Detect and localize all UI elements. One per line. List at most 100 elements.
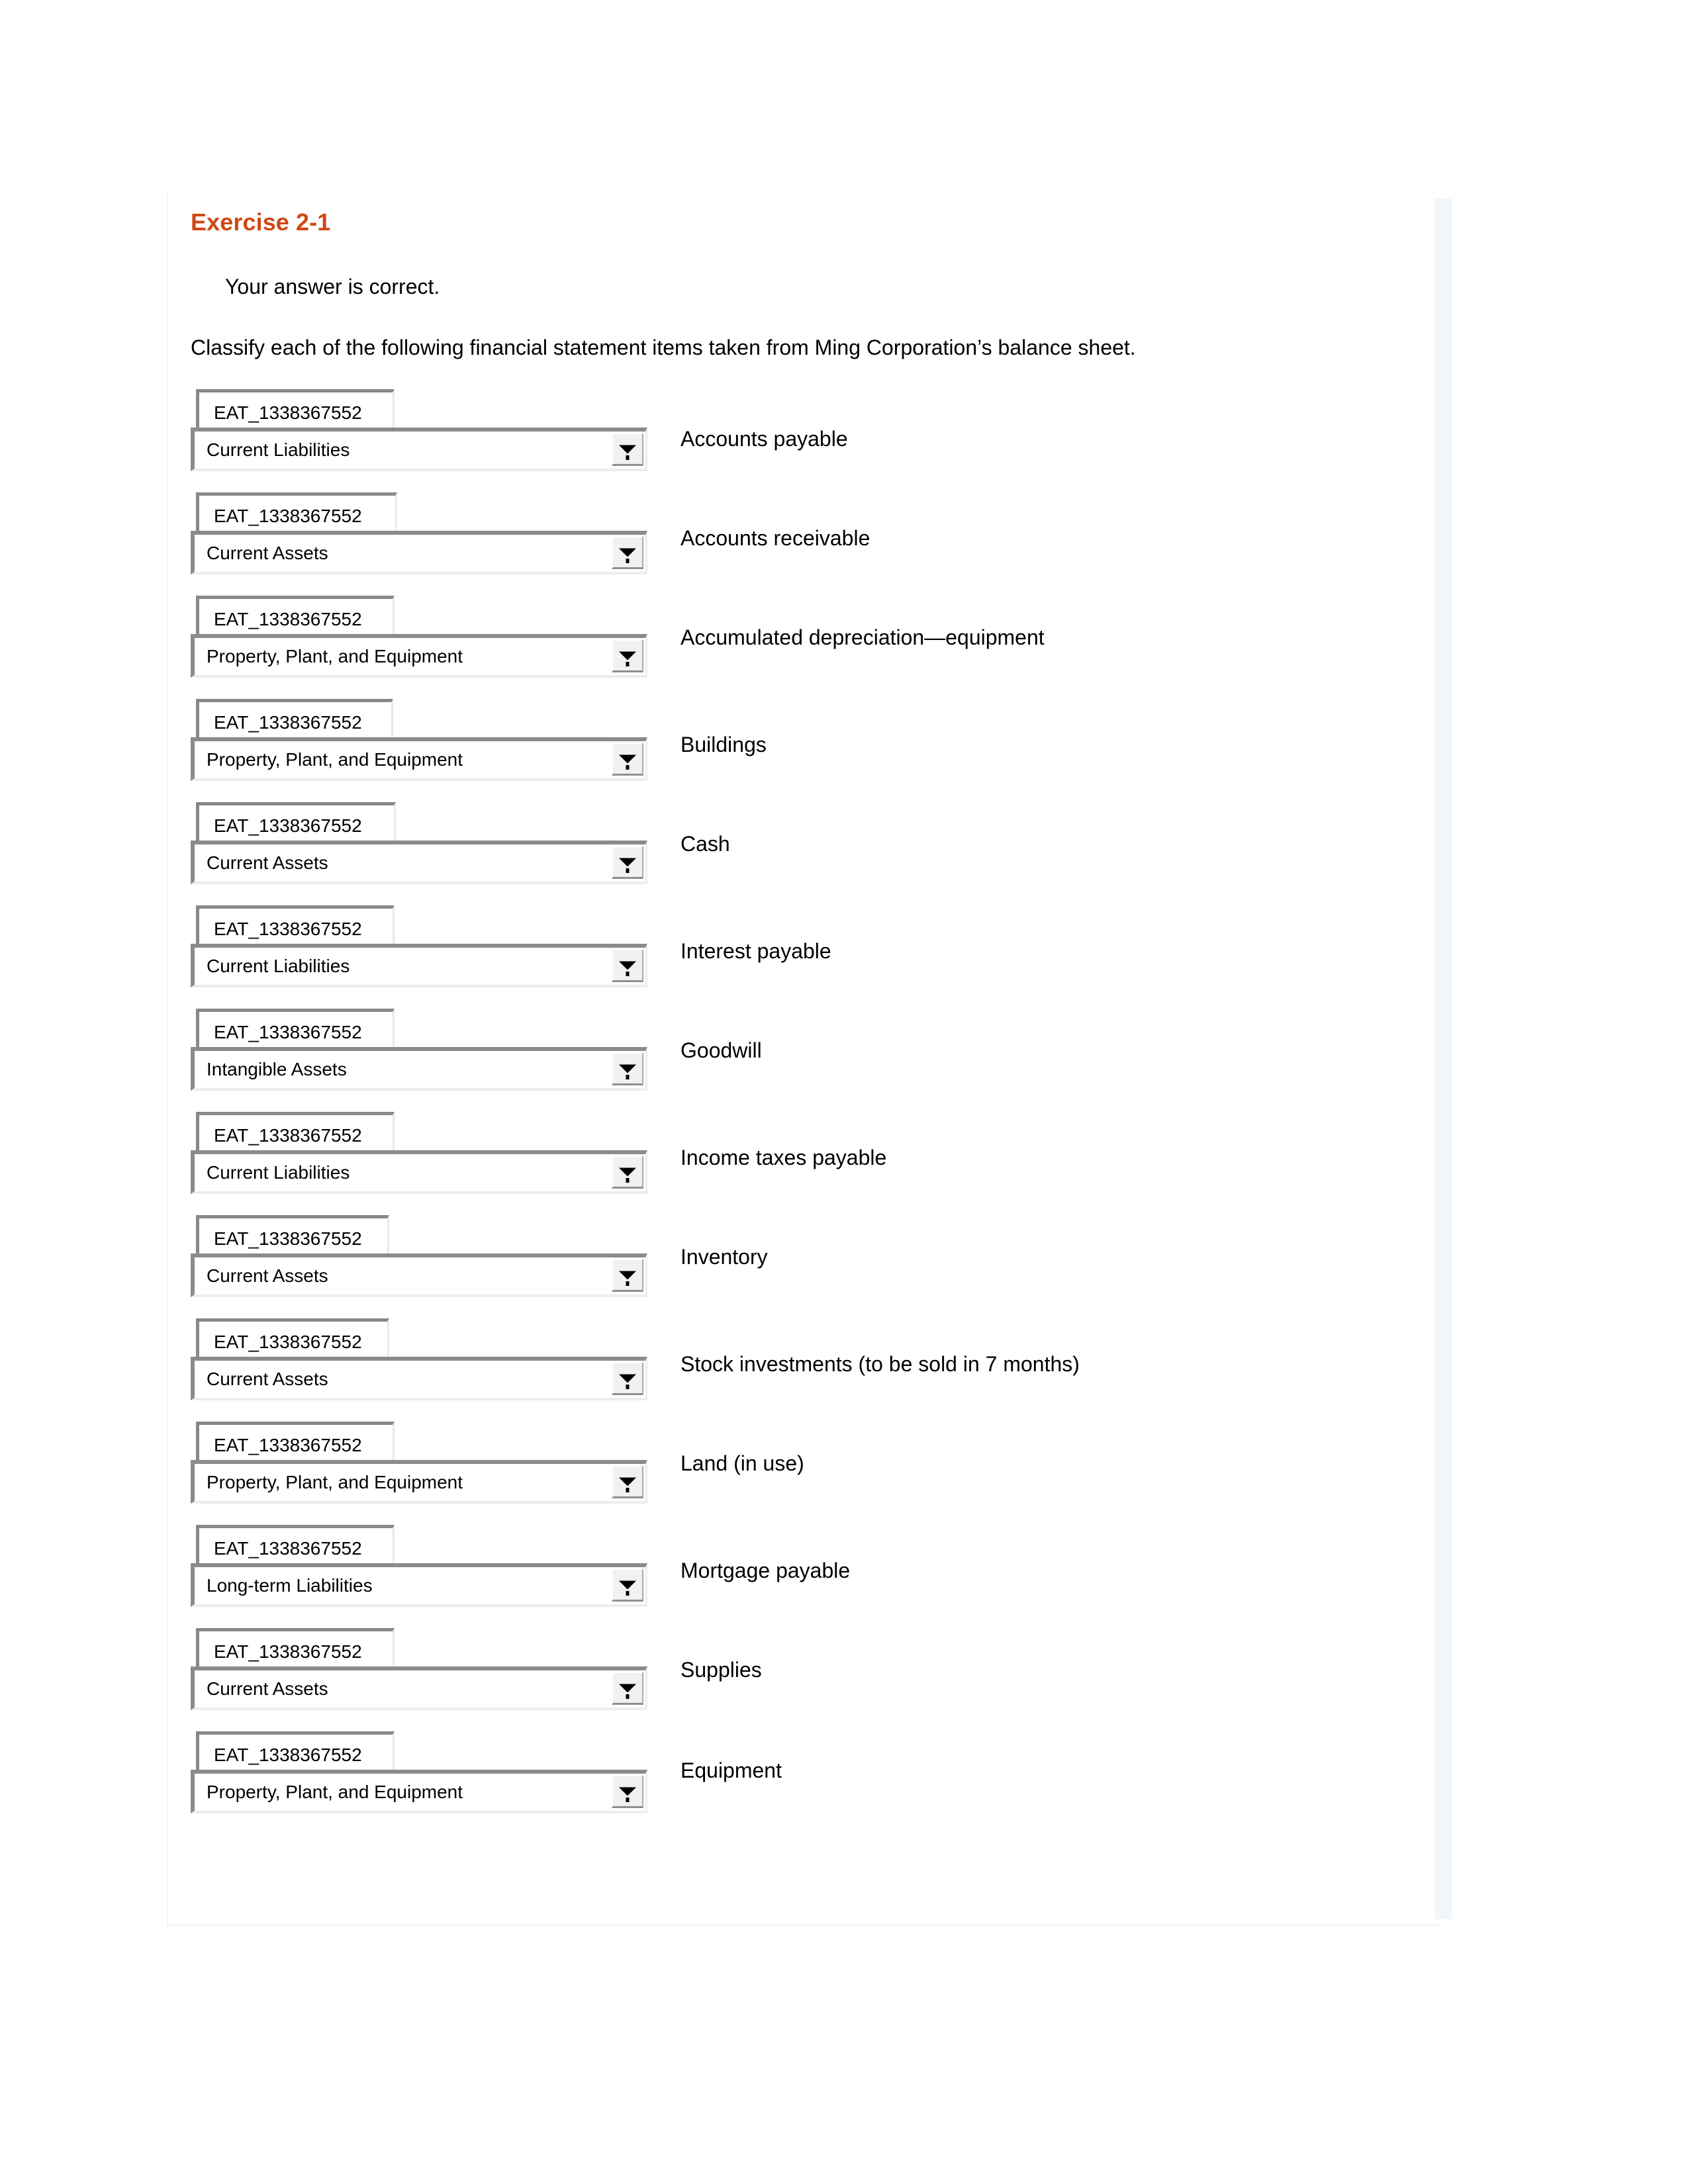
classification-row: EAT_1338367552 Intangible Assets Goodwill <box>191 1009 1435 1112</box>
chevron-down-stem <box>626 1590 630 1596</box>
item-code-input[interactable]: EAT_1338367552 <box>196 699 393 741</box>
chevron-down-stem <box>626 1074 630 1079</box>
item-code-value: EAT_1338367552 <box>214 609 362 630</box>
classification-select[interactable]: Current Liabilities <box>191 1150 647 1195</box>
item-code-input[interactable]: EAT_1338367552 <box>196 1628 395 1670</box>
chevron-down-stem <box>626 1797 630 1802</box>
chevron-down-icon[interactable] <box>612 433 643 467</box>
chevron-down-icon[interactable] <box>612 1259 643 1293</box>
classification-select[interactable]: Intangible Assets <box>191 1047 647 1091</box>
balance-sheet-item-label: Equipment <box>680 1758 782 1783</box>
item-code-input[interactable]: EAT_1338367552 <box>196 492 397 534</box>
page: Exercise 2-1 Your answer is correct. Cla… <box>0 0 1688 2184</box>
item-code-input[interactable]: EAT_1338367552 <box>196 1422 395 1463</box>
item-code-input[interactable]: EAT_1338367552 <box>196 389 395 431</box>
classification-select-value: Current Liabilities <box>207 1162 350 1183</box>
classification-row: EAT_1338367552 Current Liabilities Interes… <box>191 905 1435 1009</box>
chevron-down-glyph <box>619 858 636 867</box>
chevron-down-icon[interactable] <box>612 1465 643 1499</box>
chevron-down-stem <box>626 1487 630 1492</box>
classification-select[interactable]: Property, Plant, and Equipment <box>191 634 647 678</box>
balance-sheet-item-label: Inventory <box>680 1245 768 1269</box>
classification-select-value: Property, Plant, and Equipment <box>207 1472 463 1493</box>
balance-sheet-item-label: Income taxes payable <box>680 1146 887 1170</box>
item-code-input[interactable]: EAT_1338367552 <box>196 802 396 844</box>
classification-select[interactable]: Current Assets <box>191 841 647 885</box>
chevron-down-icon[interactable] <box>612 1052 643 1086</box>
chevron-down-icon[interactable] <box>612 846 643 880</box>
item-code-input[interactable]: EAT_1338367552 <box>196 1525 395 1567</box>
item-code-input[interactable]: EAT_1338367552 <box>196 1318 389 1360</box>
chevron-down-icon[interactable] <box>612 743 643 776</box>
chevron-down-stem <box>626 558 630 563</box>
chevron-down-stem <box>626 1384 630 1389</box>
chevron-down-icon[interactable] <box>612 1569 643 1602</box>
classification-select[interactable]: Property, Plant, and Equipment <box>191 737 647 782</box>
classification-select[interactable]: Current Liabilities <box>191 944 647 988</box>
chevron-down-glyph <box>619 651 636 660</box>
classification-select[interactable]: Long-term Liabilities <box>191 1563 647 1608</box>
classification-row: EAT_1338367552 Current Liabilities Account… <box>191 389 1435 492</box>
classification-row: EAT_1338367552 Long-term Liabilities Mortg… <box>191 1525 1435 1628</box>
chevron-down-glyph <box>619 1684 636 1693</box>
chevron-down-icon[interactable] <box>612 1775 643 1809</box>
answer-status: Your answer is correct. <box>225 274 440 298</box>
balance-sheet-item-label: Accumulated depreciation—equipment <box>680 625 1045 650</box>
classification-select[interactable]: Property, Plant, and Equipment <box>191 1770 647 1814</box>
classification-select-value: Intangible Assets <box>207 1059 347 1080</box>
chevron-down-glyph <box>619 1064 636 1073</box>
item-code-input[interactable]: EAT_1338367552 <box>196 1009 395 1050</box>
chevron-down-glyph <box>619 1477 636 1486</box>
chevron-down-stem <box>626 1281 630 1286</box>
classification-select[interactable]: Current Assets <box>191 1253 647 1298</box>
classification-select-value: Property, Plant, and Equipment <box>207 749 463 770</box>
classification-select[interactable]: Current Assets <box>191 1666 647 1711</box>
item-code-input[interactable]: EAT_1338367552 <box>196 1112 395 1154</box>
classification-select[interactable]: Current Assets <box>191 531 647 575</box>
classification-select-value: Current Liabilities <box>207 439 350 461</box>
chevron-down-icon[interactable] <box>612 1156 643 1189</box>
chevron-down-glyph <box>619 754 636 764</box>
classification-row: EAT_1338367552 Current Assets Inventory <box>191 1215 1435 1318</box>
chevron-down-stem <box>626 764 630 770</box>
classification-select[interactable]: Property, Plant, and Equipment <box>191 1460 647 1504</box>
chevron-down-glyph <box>619 961 636 970</box>
item-code-input[interactable]: EAT_1338367552 <box>196 596 395 637</box>
chevron-down-glyph <box>619 445 636 454</box>
chevron-down-stem <box>626 868 630 873</box>
chevron-down-icon[interactable] <box>612 1362 643 1396</box>
chevron-down-icon[interactable] <box>612 639 643 673</box>
classification-row: EAT_1338367552 Property, Plant, and Equip… <box>191 699 1435 802</box>
classification-select-value: Current Assets <box>207 852 328 874</box>
chevron-down-stem <box>626 1177 630 1183</box>
classification-select-value: Current Assets <box>207 1265 328 1287</box>
item-code-value: EAT_1338367552 <box>214 712 362 733</box>
classification-row: EAT_1338367552 Current Assets Accounts rec… <box>191 492 1435 596</box>
item-code-input[interactable]: EAT_1338367552 <box>196 905 395 947</box>
balance-sheet-item-label: Buildings <box>680 733 767 757</box>
item-code-value: EAT_1338367552 <box>214 1435 362 1456</box>
chevron-down-icon[interactable] <box>612 949 643 983</box>
exercise-content: Exercise 2-1 Your answer is correct. Cla… <box>191 209 1435 1835</box>
classification-row: EAT_1338367552 Current Assets Stock invest… <box>191 1318 1435 1422</box>
classification-select[interactable]: Current Liabilities <box>191 428 647 472</box>
item-code-value: EAT_1338367552 <box>214 402 362 424</box>
chevron-down-icon[interactable] <box>612 536 643 570</box>
item-code-value: EAT_1338367552 <box>214 1538 362 1559</box>
item-code-input[interactable]: EAT_1338367552 <box>196 1731 395 1773</box>
balance-sheet-item-label: Cash <box>680 832 730 856</box>
item-code-input[interactable]: EAT_1338367552 <box>196 1215 389 1257</box>
chevron-down-stem <box>626 661 630 666</box>
balance-sheet-item-label: Goodwill <box>680 1038 762 1063</box>
balance-sheet-item-label: Stock investments (to be sold in 7 month… <box>680 1352 1080 1377</box>
classification-row-list: EAT_1338367552 Current Liabilities Account… <box>191 389 1435 1835</box>
chevron-down-stem <box>626 455 630 460</box>
page-title: Exercise 2-1 <box>191 208 331 236</box>
item-code-value: EAT_1338367552 <box>214 1125 362 1146</box>
chevron-down-icon[interactable] <box>612 1672 643 1706</box>
balance-sheet-item-label: Accounts payable <box>680 427 848 451</box>
item-code-value: EAT_1338367552 <box>214 1745 362 1766</box>
balance-sheet-item-label: Mortgage payable <box>680 1559 851 1583</box>
classification-select[interactable]: Current Assets <box>191 1357 647 1401</box>
chevron-down-glyph <box>619 1580 636 1590</box>
